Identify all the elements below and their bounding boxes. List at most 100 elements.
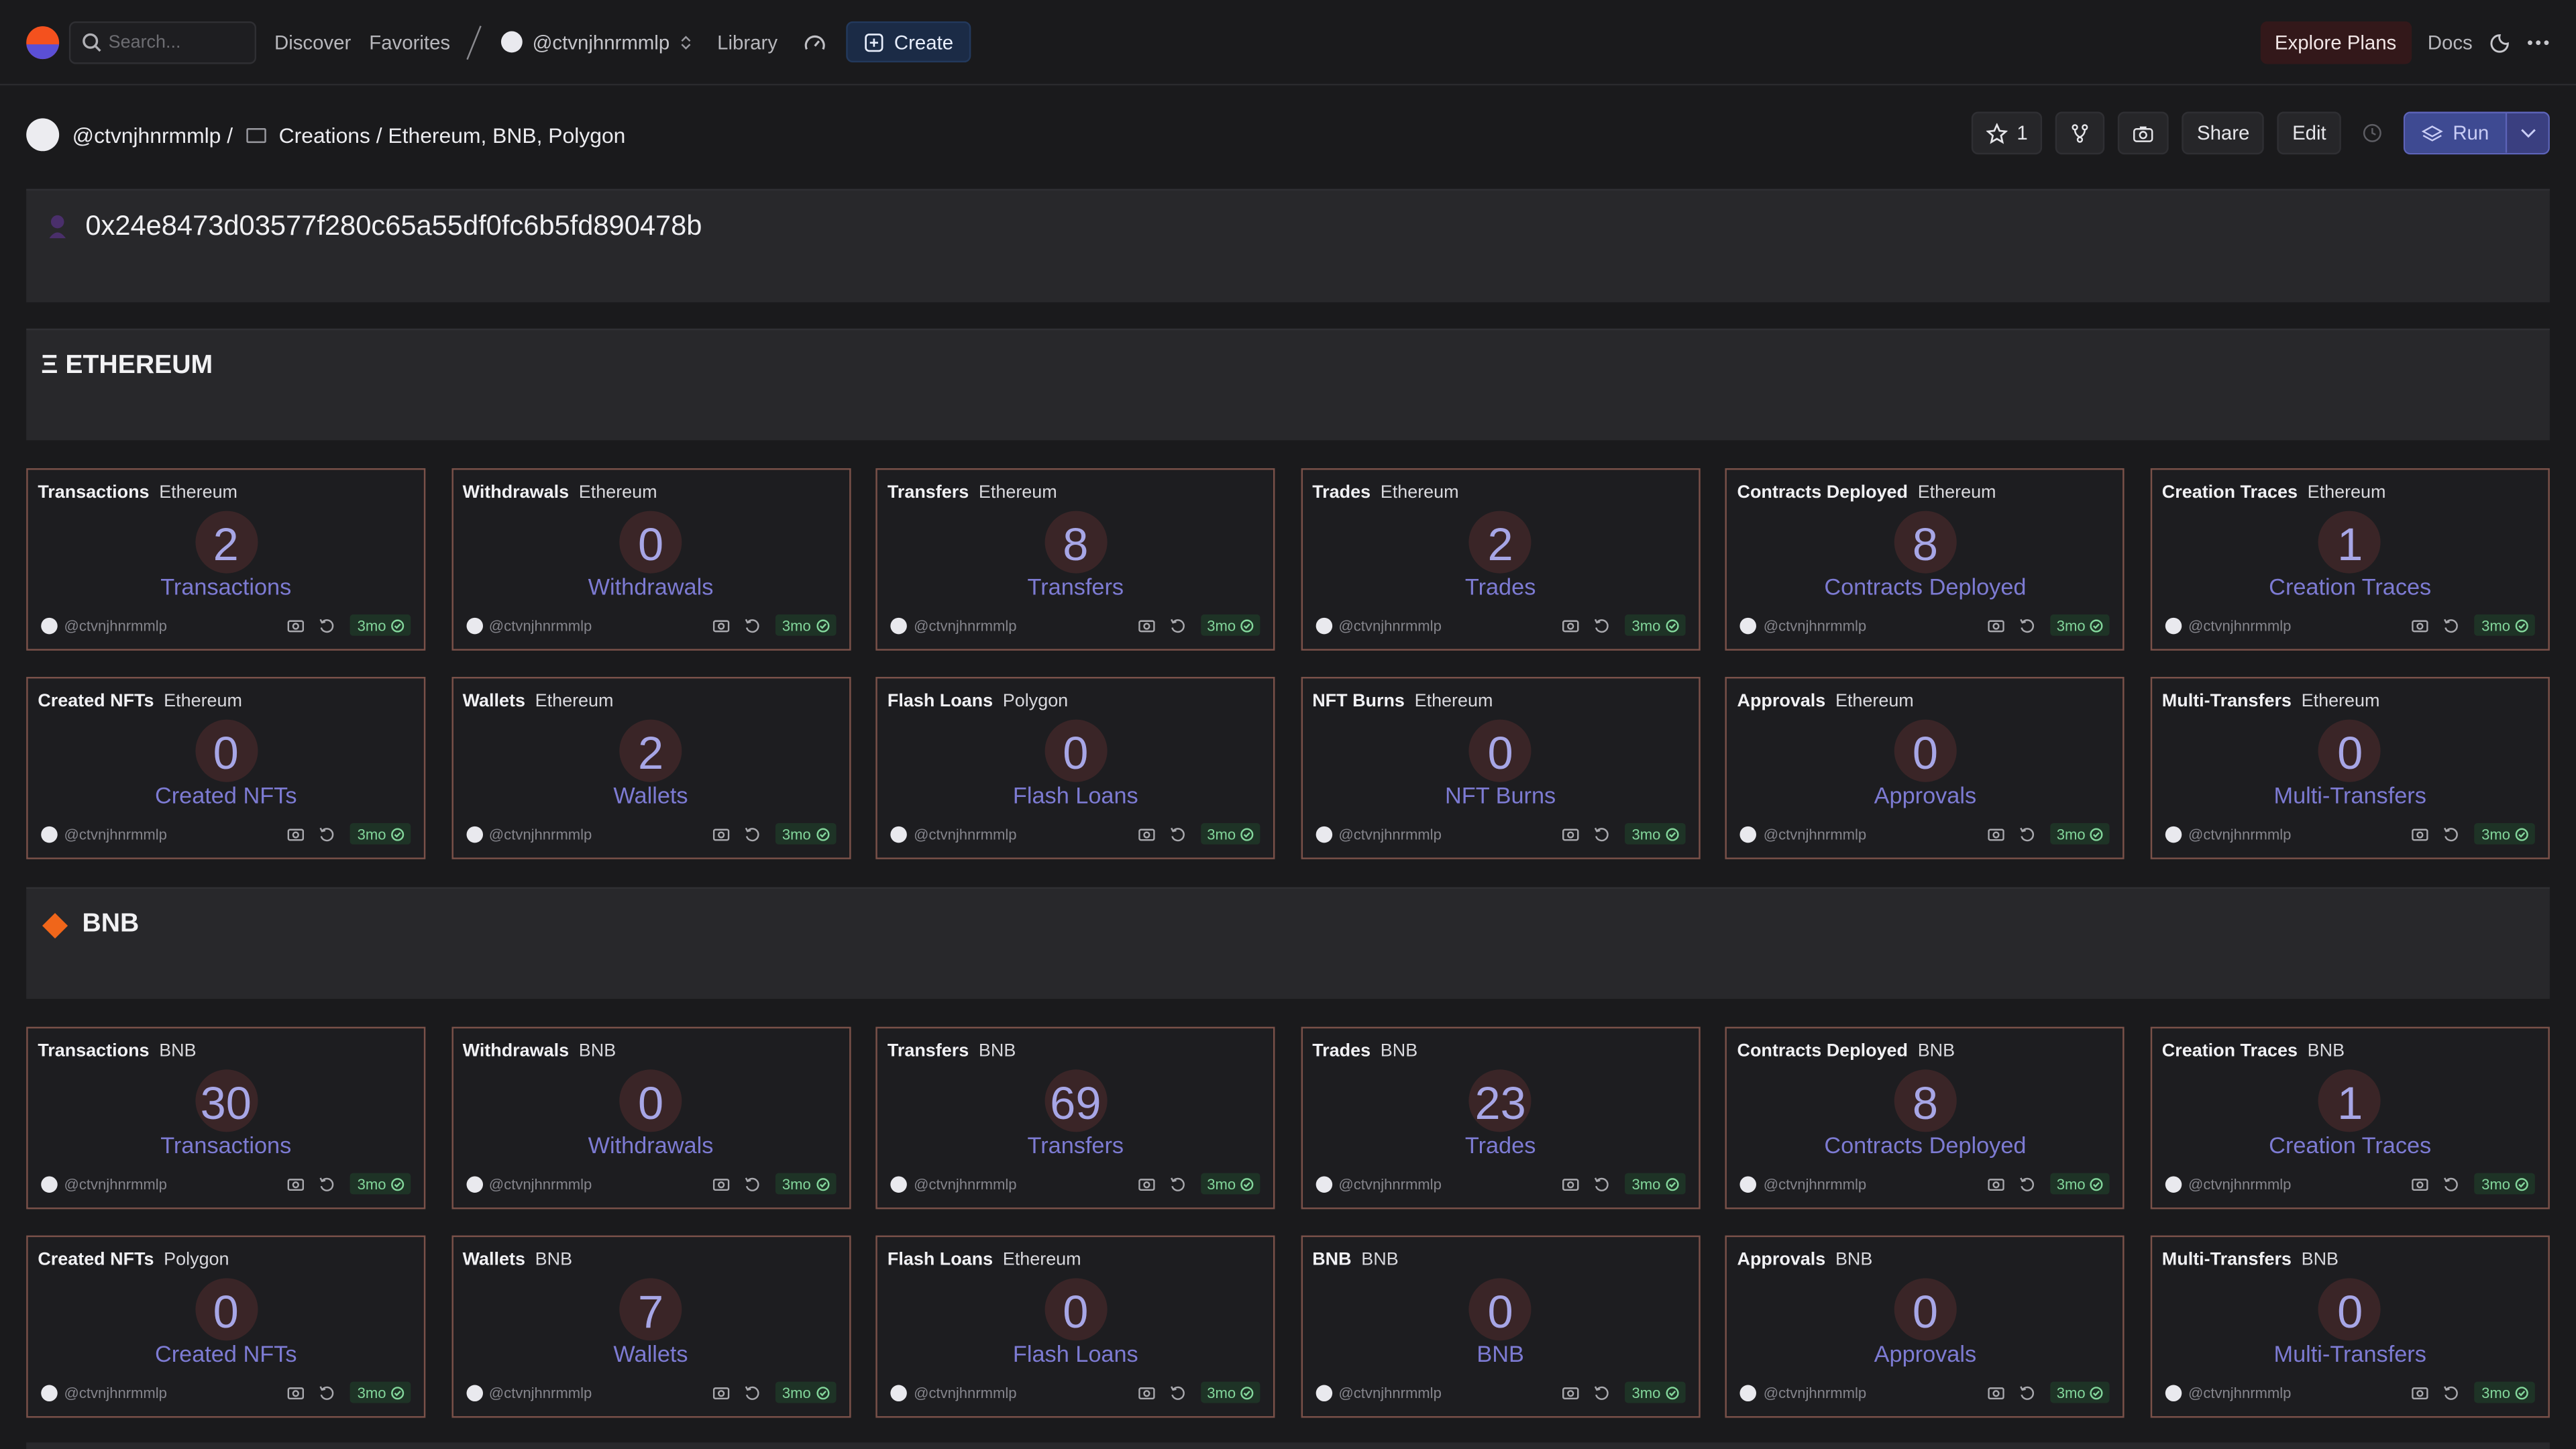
tile-owner[interactable]: @ctvnjhnrmmlp <box>2188 1384 2291 1400</box>
nav-favorites[interactable]: Favorites <box>369 30 450 53</box>
tile-owner[interactable]: @ctvnjhnrmmlp <box>489 1384 592 1400</box>
nav-docs[interactable]: Docs <box>2428 32 2473 54</box>
snapshot-button[interactable] <box>2118 111 2169 155</box>
tile-owner[interactable]: @ctvnjhnrmmlp <box>1764 617 1866 633</box>
create-button[interactable]: Create <box>846 21 972 63</box>
breadcrumb-path[interactable]: Creations / Ethereum, BNB, Polygon <box>279 122 626 147</box>
counter-tile[interactable]: Withdrawals BNB 0 Withdrawals @ctvnjhnrm… <box>451 1026 851 1210</box>
refresh-icon[interactable] <box>2444 1175 2460 1191</box>
tile-owner[interactable]: @ctvnjhnrmmlp <box>1764 1175 1866 1191</box>
camera-icon[interactable] <box>1562 618 1580 633</box>
refresh-icon[interactable] <box>319 1175 335 1191</box>
camera-icon[interactable] <box>713 618 730 633</box>
refresh-icon[interactable] <box>1594 1175 1610 1191</box>
counter-tile[interactable]: Transfers Ethereum 8 Transfers @ctvnjhnr… <box>875 468 1275 651</box>
camera-icon[interactable] <box>1987 1176 2004 1191</box>
refresh-icon[interactable] <box>2019 826 2035 842</box>
tile-owner[interactable]: @ctvnjhnrmmlp <box>1338 1384 1441 1400</box>
camera-icon[interactable] <box>1562 1385 1580 1400</box>
counter-tile[interactable]: Created NFTs Polygon 0 Created NFTs @ctv… <box>26 1235 426 1418</box>
owner-avatar[interactable] <box>26 118 60 152</box>
fork-button[interactable] <box>2055 111 2105 155</box>
refresh-icon[interactable] <box>2019 1384 2035 1400</box>
refresh-icon[interactable] <box>1169 1384 1185 1400</box>
explore-plans-button[interactable]: Explore Plans <box>2259 21 2412 64</box>
refresh-icon[interactable] <box>1169 1175 1185 1191</box>
gauge-icon[interactable] <box>804 32 826 52</box>
camera-icon[interactable] <box>2412 826 2429 841</box>
counter-tile[interactable]: Trades Ethereum 2 Trades @ctvnjhnrmmlp 3… <box>1301 468 1701 651</box>
camera-icon[interactable] <box>288 826 305 841</box>
refresh-icon[interactable] <box>319 826 335 842</box>
refresh-icon[interactable] <box>2019 1175 2035 1191</box>
camera-icon[interactable] <box>288 618 305 633</box>
tile-owner[interactable]: @ctvnjhnrmmlp <box>2188 826 2291 842</box>
camera-icon[interactable] <box>1987 1385 2004 1400</box>
tile-owner[interactable]: @ctvnjhnrmmlp <box>914 826 1016 842</box>
breadcrumb-user[interactable]: @ctvnjhnrmmlp / <box>72 122 233 147</box>
counter-tile[interactable]: Wallets Ethereum 2 Wallets @ctvnjhnrmmlp… <box>451 676 851 859</box>
counter-tile[interactable]: Flash Loans Polygon 0 Flash Loans @ctvnj… <box>875 676 1275 859</box>
counter-tile[interactable]: Approvals Ethereum 0 Approvals @ctvnjhnr… <box>1725 676 2125 859</box>
theme-toggle-icon[interactable] <box>2489 32 2510 54</box>
refresh-icon[interactable] <box>319 1384 335 1400</box>
tile-owner[interactable]: @ctvnjhnrmmlp <box>1338 826 1441 842</box>
app-logo[interactable] <box>26 25 60 58</box>
tile-owner[interactable]: @ctvnjhnrmmlp <box>64 1175 167 1191</box>
camera-icon[interactable] <box>1562 1176 1580 1191</box>
camera-icon[interactable] <box>1138 618 1155 633</box>
tile-owner[interactable]: @ctvnjhnrmmlp <box>1338 1175 1441 1191</box>
counter-tile[interactable]: Transactions Ethereum 2 Transactions @ct… <box>26 468 426 651</box>
search-input[interactable] <box>108 32 240 52</box>
refresh-icon[interactable] <box>319 617 335 633</box>
refresh-icon[interactable] <box>1594 1384 1610 1400</box>
camera-icon[interactable] <box>2412 1176 2429 1191</box>
tile-owner[interactable]: @ctvnjhnrmmlp <box>489 617 592 633</box>
refresh-icon[interactable] <box>745 826 761 842</box>
tile-owner[interactable]: @ctvnjhnrmmlp <box>914 617 1016 633</box>
camera-icon[interactable] <box>713 1176 730 1191</box>
tile-owner[interactable]: @ctvnjhnrmmlp <box>2188 617 2291 633</box>
tile-owner[interactable]: @ctvnjhnrmmlp <box>489 826 592 842</box>
run-button[interactable]: Run <box>2405 113 2506 153</box>
share-button[interactable]: Share <box>2182 111 2265 155</box>
tile-owner[interactable]: @ctvnjhnrmmlp <box>64 826 167 842</box>
refresh-icon[interactable] <box>745 617 761 633</box>
camera-icon[interactable] <box>288 1385 305 1400</box>
counter-tile[interactable]: Flash Loans Ethereum 0 Flash Loans @ctvn… <box>875 1235 1275 1418</box>
refresh-icon[interactable] <box>745 1384 761 1400</box>
camera-icon[interactable] <box>1562 826 1580 841</box>
camera-icon[interactable] <box>1987 618 2004 633</box>
camera-icon[interactable] <box>2412 618 2429 633</box>
counter-tile[interactable]: Creation Traces Ethereum 1 Creation Trac… <box>2150 468 2550 651</box>
counter-tile[interactable]: NFT Burns Ethereum 0 NFT Burns @ctvnjhnr… <box>1301 676 1701 859</box>
camera-icon[interactable] <box>1138 1176 1155 1191</box>
counter-tile[interactable]: BNB BNB 0 BNB @ctvnjhnrmmlp 3mo <box>1301 1235 1701 1418</box>
user-switcher[interactable]: @ctvnjhnrmmlp <box>501 30 691 54</box>
search-box[interactable] <box>68 20 257 64</box>
counter-tile[interactable]: Withdrawals Ethereum 0 Withdrawals @ctvn… <box>451 468 851 651</box>
tile-owner[interactable]: @ctvnjhnrmmlp <box>1338 617 1441 633</box>
refresh-icon[interactable] <box>1594 826 1610 842</box>
nav-library[interactable]: Library <box>717 30 777 53</box>
schedule-clock-icon[interactable] <box>2354 123 2390 143</box>
refresh-icon[interactable] <box>745 1175 761 1191</box>
refresh-icon[interactable] <box>2019 617 2035 633</box>
camera-icon[interactable] <box>1138 1385 1155 1400</box>
edit-button[interactable]: Edit <box>2277 111 2341 155</box>
tile-owner[interactable]: @ctvnjhnrmmlp <box>489 1175 592 1191</box>
counter-tile[interactable]: Transfers BNB 69 Transfers @ctvnjhnrmmlp… <box>875 1026 1275 1210</box>
counter-tile[interactable]: Transactions BNB 30 Transactions @ctvnjh… <box>26 1026 426 1210</box>
counter-tile[interactable]: Multi-Transfers Ethereum 0 Multi-Transfe… <box>2150 676 2550 859</box>
tile-owner[interactable]: @ctvnjhnrmmlp <box>64 1384 167 1400</box>
camera-icon[interactable] <box>2412 1385 2429 1400</box>
tile-owner[interactable]: @ctvnjhnrmmlp <box>1764 826 1866 842</box>
refresh-icon[interactable] <box>1169 617 1185 633</box>
counter-tile[interactable]: Multi-Transfers BNB 0 Multi-Transfers @c… <box>2150 1235 2550 1418</box>
refresh-icon[interactable] <box>1594 617 1610 633</box>
tile-owner[interactable]: @ctvnjhnrmmlp <box>914 1175 1016 1191</box>
counter-tile[interactable]: Creation Traces BNB 1 Creation Traces @c… <box>2150 1026 2550 1210</box>
refresh-icon[interactable] <box>1169 826 1185 842</box>
counter-tile[interactable]: Wallets BNB 7 Wallets @ctvnjhnrmmlp 3mo <box>451 1235 851 1418</box>
camera-icon[interactable] <box>713 1385 730 1400</box>
